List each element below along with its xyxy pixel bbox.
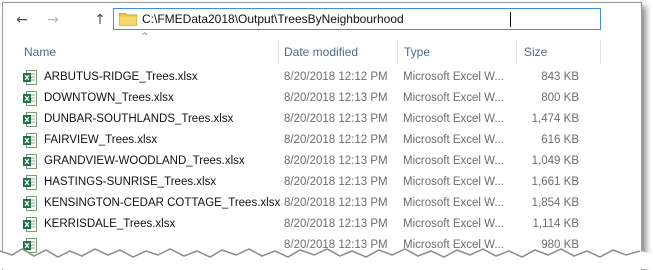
column-header-size[interactable]: Size <box>524 40 547 64</box>
file-row[interactable]: HASTINGS-SUNRISE_Trees.xlsx 8/20/2018 12… <box>3 172 641 193</box>
up-button[interactable]: ↑ <box>91 11 109 29</box>
file-size: 843 KB <box>541 71 579 83</box>
file-size: 1,854 KB <box>531 197 579 209</box>
column-header-date-modified[interactable]: Date modified <box>284 40 358 64</box>
up-arrow-icon: ↑ <box>94 12 106 28</box>
file-name: KENSINGTON-CEDAR COTTAGE_Trees.xlsx <box>44 197 281 209</box>
folder-icon <box>119 13 137 26</box>
file-name: ARBUTUS-RIDGE_Trees.xlsx <box>44 71 198 83</box>
address-path[interactable]: C:\FMEData2018\Output\TreesByNeighbourho… <box>142 12 404 26</box>
file-date-modified: 8/20/2018 12:13 PM <box>284 92 388 104</box>
file-row[interactable]: FAIRVIEW_Trees.xlsx 8/20/2018 12:12 PM M… <box>3 130 641 151</box>
excel-file-icon <box>23 70 37 85</box>
file-size: 1,049 KB <box>531 155 579 167</box>
file-size: 1,474 KB <box>531 113 579 125</box>
file-name: DUNBAR-SOUTHLANDS_Trees.xlsx <box>44 113 234 125</box>
file-type: Microsoft Excel W... <box>403 155 504 167</box>
file-row[interactable]: ARBUTUS-RIDGE_Trees.xlsx 8/20/2018 12:12… <box>3 67 641 88</box>
file-row[interactable]: GRANDVIEW-WOODLAND_Trees.xlsx 8/20/2018 … <box>3 151 641 172</box>
column-separator[interactable] <box>397 40 398 64</box>
text-caret <box>510 12 511 27</box>
file-name: GRANDVIEW-WOODLAND_Trees.xlsx <box>44 155 245 167</box>
forward-arrow-icon: → <box>47 12 59 28</box>
excel-file-icon <box>23 175 37 190</box>
file-type: Microsoft Excel W... <box>403 176 504 188</box>
excel-file-icon <box>23 112 37 127</box>
file-row[interactable]: DOWNTOWN_Trees.xlsx 8/20/2018 12:13 PM M… <box>3 88 641 109</box>
column-separator[interactable] <box>516 40 517 64</box>
file-row[interactable]: DUNBAR-SOUTHLANDS_Trees.xlsx 8/20/2018 1… <box>3 109 641 130</box>
file-type: Microsoft Excel W... <box>403 197 504 209</box>
torn-edge-decoration <box>0 248 653 269</box>
file-type: Microsoft Excel W... <box>403 71 504 83</box>
column-header-row: Name Date modified Type Size <box>3 40 641 64</box>
file-name: HASTINGS-SUNRISE_Trees.xlsx <box>44 176 217 188</box>
navigation-bar: ← → ↑ C:\FMEData2018\Output\TreesByNeigh… <box>3 3 641 36</box>
forward-button[interactable]: → <box>44 11 62 29</box>
file-type: Microsoft Excel W... <box>403 113 504 125</box>
file-date-modified: 8/20/2018 12:13 PM <box>284 176 388 188</box>
file-date-modified: 8/20/2018 12:13 PM <box>284 197 388 209</box>
excel-file-icon <box>23 196 37 211</box>
back-arrow-icon: ← <box>16 12 28 28</box>
file-row[interactable]: KENSINGTON-CEDAR COTTAGE_Trees.xlsx 8/20… <box>3 193 641 214</box>
file-name: FAIRVIEW_Trees.xlsx <box>44 134 158 146</box>
file-size: 800 KB <box>541 92 579 104</box>
file-type: Microsoft Excel W... <box>403 134 504 146</box>
file-date-modified: 8/20/2018 12:12 PM <box>284 71 388 83</box>
file-date-modified: 8/20/2018 12:13 PM <box>284 155 388 167</box>
excel-file-icon <box>23 91 37 106</box>
file-name: DOWNTOWN_Trees.xlsx <box>44 92 174 104</box>
column-header-type[interactable]: Type <box>404 40 430 64</box>
file-type: Microsoft Excel W... <box>403 92 504 104</box>
file-date-modified: 8/20/2018 12:13 PM <box>284 113 388 125</box>
column-separator[interactable] <box>600 40 601 64</box>
file-date-modified: 8/20/2018 12:12 PM <box>284 134 388 146</box>
excel-file-icon <box>23 133 37 148</box>
column-header-name[interactable]: Name <box>24 40 56 64</box>
file-size: 1,661 KB <box>531 176 579 188</box>
file-size: 616 KB <box>541 134 579 146</box>
back-button[interactable]: ← <box>13 11 31 29</box>
excel-file-icon <box>23 154 37 169</box>
address-bar[interactable]: C:\FMEData2018\Output\TreesByNeighbourho… <box>113 8 601 30</box>
column-separator[interactable] <box>278 40 279 64</box>
